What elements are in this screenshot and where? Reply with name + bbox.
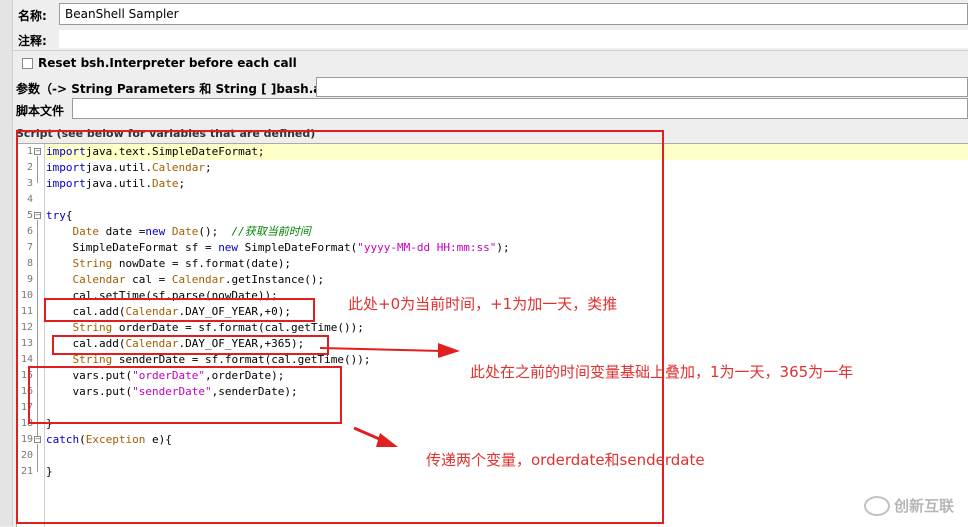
reset-interpreter-checkbox[interactable] bbox=[22, 58, 33, 69]
parameters-input[interactable] bbox=[316, 77, 968, 97]
arrow-icon bbox=[353, 426, 398, 447]
reset-interpreter-label: Reset bsh.Interpreter before each call bbox=[38, 56, 297, 70]
watermark-logo: 创新互联 bbox=[863, 495, 954, 516]
vars-put-highlight-box bbox=[28, 366, 342, 424]
parameters-label: 参数（-> String Parameters 和 String [ ]bash… bbox=[16, 82, 356, 96]
annotation-plus-zero: 此处+0为当前时间，+1为加一天，类推 bbox=[348, 295, 618, 313]
annotation-accumulate: 此处在之前的时间变量基础上叠加，1为一天，365为一年 bbox=[470, 363, 854, 381]
comment-label: 注释: bbox=[18, 34, 47, 48]
name-input[interactable]: BeanShell Sampler bbox=[59, 3, 968, 25]
divider bbox=[12, 50, 968, 51]
comment-input[interactable] bbox=[59, 30, 968, 48]
name-label: 名称: bbox=[18, 9, 47, 23]
annotation-pass-variables: 传递两个变量，orderdate和senderdate bbox=[426, 451, 705, 469]
line11-highlight-box bbox=[44, 298, 315, 322]
logo-icon bbox=[863, 496, 890, 516]
watermark-text: 创新互联 bbox=[893, 496, 954, 515]
arrow-icon bbox=[320, 343, 460, 358]
left-panel-edge bbox=[0, 0, 13, 526]
line13-highlight-box bbox=[52, 335, 329, 355]
script-file-label: 脚本文件 bbox=[16, 104, 65, 118]
script-file-input[interactable] bbox=[72, 98, 968, 119]
